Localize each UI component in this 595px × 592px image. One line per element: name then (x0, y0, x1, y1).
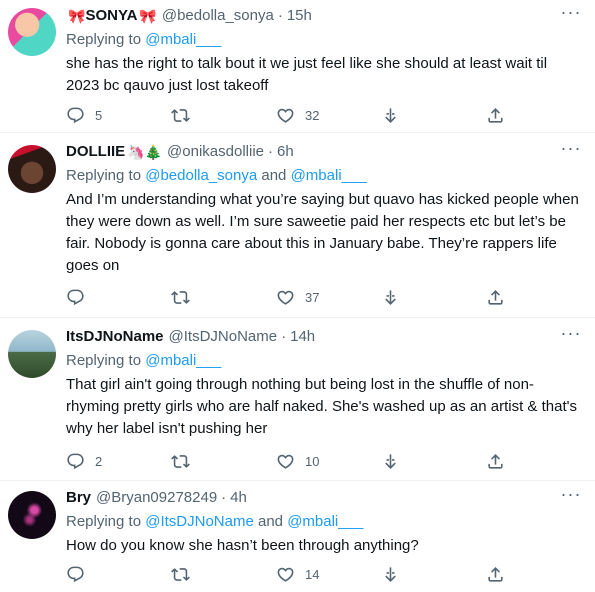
like-icon (276, 106, 295, 125)
replying-to: Replying to @bedolla_sonya and @mbali___ (66, 167, 367, 184)
like-button[interactable]: 14 (276, 565, 356, 584)
mention-link[interactable]: @mbali___ (145, 352, 221, 369)
download-button[interactable] (381, 565, 461, 584)
replying-to: Replying to @mbali___ (66, 352, 222, 369)
tweet-header: Bry @Bryan09278249 · 4h (66, 488, 583, 508)
separator-dot: · (268, 143, 273, 160)
tweet-text: And I’m understanding what you’re saying… (66, 191, 579, 274)
avatar[interactable] (8, 491, 56, 539)
download-button[interactable] (381, 288, 461, 307)
like-count: 10 (305, 453, 320, 469)
bow-emoji: 🎀 (68, 8, 86, 24)
more-icon[interactable]: ··· (559, 139, 583, 162)
download-icon (381, 288, 400, 307)
like-button[interactable]: 37 (276, 288, 356, 307)
mention-link[interactable]: @mbali___ (145, 31, 221, 48)
like-button[interactable]: 10 (276, 452, 356, 471)
like-button[interactable]: 32 (276, 106, 356, 125)
tweet-header: ItsDJNoName @ItsDJNoName · 14h (66, 327, 583, 347)
display-name[interactable]: ItsDJNoName (66, 327, 164, 347)
retweet-button[interactable] (171, 106, 251, 125)
share-button[interactable] (486, 452, 506, 471)
mention-link[interactable]: @ItsDJNoName (145, 513, 254, 530)
avatar[interactable] (8, 145, 56, 193)
share-icon (486, 565, 505, 584)
bow-emoji: 🎀 (139, 8, 157, 24)
like-icon (276, 565, 295, 584)
like-count: 14 (305, 566, 320, 582)
timestamp[interactable]: 14h (290, 327, 315, 347)
tweet-text: she has the right to talk bout it we jus… (66, 55, 548, 94)
more-icon[interactable]: ··· (559, 485, 583, 508)
like-icon (276, 288, 295, 307)
action-bar: 37 (66, 286, 506, 308)
tweet-header: DOLLIIE 🦄🎄 @onikasdolliie · 6h (66, 142, 583, 162)
retweet-icon (171, 565, 190, 584)
replying-to: Replying to @ItsDJNoName and @mbali___ (66, 513, 364, 530)
reply-button[interactable]: 2 (66, 452, 146, 471)
action-bar: 14 (66, 563, 506, 585)
like-count: 37 (305, 289, 320, 305)
share-icon (486, 288, 505, 307)
unicorn-tree-emoji: 🦄🎄 (127, 144, 163, 160)
tweet-text: How do you know she hasn’t been through … (66, 537, 419, 554)
timestamp[interactable]: 4h (230, 488, 247, 508)
timestamp[interactable]: 15h (287, 6, 312, 26)
retweet-button[interactable] (171, 565, 251, 584)
reply-button[interactable] (66, 288, 146, 307)
separator-dot: · (221, 489, 227, 506)
tweet[interactable]: DOLLIIE 🦄🎄 @onikasdolliie · 6h ··· Reply… (0, 133, 595, 318)
download-button[interactable] (381, 452, 461, 471)
share-button[interactable] (486, 565, 506, 584)
share-icon (486, 106, 505, 125)
more-icon[interactable]: ··· (559, 324, 583, 347)
retweet-icon (171, 452, 190, 471)
action-bar: 5 32 (66, 104, 506, 126)
tweet[interactable]: Bry @Bryan09278249 · 4h ··· Replying to … (0, 481, 595, 592)
timestamp[interactable]: 6h (277, 142, 294, 162)
replying-to: Replying to @mbali___ (66, 31, 222, 48)
mention-link[interactable]: @bedolla_sonya (145, 167, 257, 184)
separator-dot: · (277, 7, 283, 24)
like-count: 32 (305, 107, 320, 123)
mention-link[interactable]: @mbali___ (287, 513, 363, 530)
download-icon (381, 106, 400, 125)
display-name[interactable]: DOLLIIE (66, 142, 125, 162)
share-button[interactable] (486, 106, 506, 125)
user-handle[interactable]: @ItsDJNoName (169, 327, 278, 347)
reply-icon (66, 565, 85, 584)
reply-button[interactable] (66, 565, 146, 584)
tweet[interactable]: 🎀 SONYA 🎀 @bedolla_sonya · 15h ··· Reply… (0, 0, 595, 133)
reply-count: 2 (95, 453, 103, 469)
reply-icon (66, 106, 85, 125)
share-icon (486, 452, 505, 471)
download-icon (381, 565, 400, 584)
tweet-header: 🎀 SONYA 🎀 @bedolla_sonya · 15h (66, 6, 583, 26)
download-icon (381, 452, 400, 471)
share-button[interactable] (486, 288, 506, 307)
display-name[interactable]: SONYA (85, 6, 137, 26)
download-button[interactable] (381, 106, 461, 125)
retweet-button[interactable] (171, 452, 251, 471)
tweet-text: That girl ain't going through nothing bu… (66, 376, 577, 437)
display-name[interactable]: Bry (66, 488, 91, 508)
reply-count: 5 (95, 107, 103, 123)
separator-dot: · (281, 328, 287, 345)
like-icon (276, 452, 295, 471)
reply-icon (66, 288, 85, 307)
avatar[interactable] (8, 330, 56, 378)
tweet[interactable]: ItsDJNoName @ItsDJNoName · 14h ··· Reply… (0, 318, 595, 481)
user-handle[interactable]: @Bryan09278249 (96, 488, 217, 508)
user-handle[interactable]: @bedolla_sonya (162, 6, 274, 26)
user-handle[interactable]: @onikasdolliie (167, 142, 264, 162)
reply-button[interactable]: 5 (66, 106, 146, 125)
action-bar: 2 10 (66, 450, 506, 472)
retweet-icon (171, 106, 190, 125)
mention-link[interactable]: @mbali___ (291, 167, 367, 184)
reply-icon (66, 452, 85, 471)
avatar[interactable] (8, 8, 56, 56)
more-icon[interactable]: ··· (559, 3, 583, 26)
retweet-icon (171, 288, 190, 307)
retweet-button[interactable] (171, 288, 251, 307)
